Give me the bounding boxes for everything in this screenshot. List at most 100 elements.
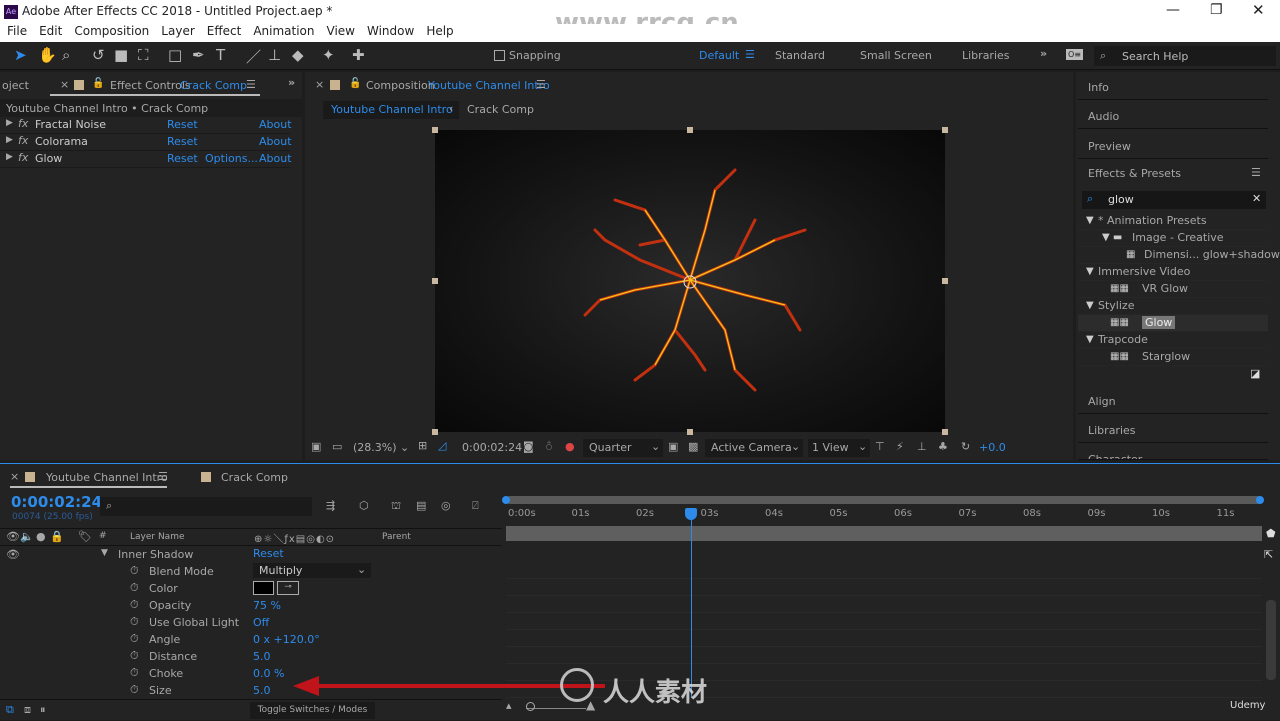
layer-switches-toggle-icon[interactable]: ⧉ [6, 703, 14, 717]
work-area-start-handle[interactable] [502, 496, 510, 504]
effect-row[interactable]: ▶ fx Fractal Noise Reset About [0, 117, 292, 134]
camera-tool-icon[interactable]: ■ [114, 46, 128, 64]
close-tab-icon[interactable]: × [315, 78, 324, 91]
snapping-checkbox[interactable] [494, 50, 505, 61]
pen-tool-icon[interactable]: ✒ [192, 46, 205, 64]
property-value[interactable]: 0 x +120.0° [253, 633, 320, 646]
search-help-input[interactable]: ⌕ Search Help [1094, 46, 1276, 66]
more-panels-icon[interactable]: » [288, 76, 295, 89]
color-swatch[interactable] [253, 581, 274, 595]
handle-ml[interactable] [432, 278, 438, 284]
preset-tree-item[interactable]: ▦ Dimensi... glow+shadow [1078, 247, 1280, 264]
workspace-standard[interactable]: Standard [775, 49, 825, 62]
handle-mr[interactable] [942, 278, 948, 284]
composition-viewer[interactable] [435, 130, 945, 432]
hand-tool-icon[interactable]: ✋ [38, 46, 57, 64]
lock-switch-icon[interactable]: 🔒 [50, 530, 64, 543]
reset-exposure-icon[interactable]: ↻ [961, 440, 970, 453]
camera-dropdown[interactable]: Active Camera ⌄ [705, 439, 803, 457]
brush-tool-icon[interactable]: ／ [246, 46, 261, 67]
grid-guides-icon[interactable]: ⊞ [418, 439, 427, 452]
effects-search-input[interactable]: ⌕ glow ✕ [1082, 191, 1266, 209]
handle-bc[interactable] [687, 429, 693, 435]
stopwatch-icon[interactable]: ⏱ [130, 683, 139, 697]
motion-blur-icon[interactable]: ◎ [441, 499, 451, 512]
shy-layers-icon[interactable]: ⛫ [391, 499, 401, 514]
layer-search-input[interactable]: ⌕ [100, 497, 312, 516]
property-value[interactable]: 75 % [253, 599, 281, 612]
panel-menu-icon[interactable]: ☰ [536, 78, 546, 91]
preset-tree-item[interactable]: ▦▦ Starglow [1078, 349, 1268, 366]
eyedropper-icon[interactable]: ⊸ [277, 581, 299, 595]
effect-reset-link[interactable]: Reset [167, 152, 198, 165]
puppet-tool-icon[interactable]: ✚ [352, 46, 365, 64]
property-track[interactable] [506, 563, 1262, 579]
handle-tc[interactable] [687, 127, 693, 133]
handle-tr[interactable] [942, 127, 948, 133]
audio-switch-icon[interactable]: 🔈 [20, 530, 34, 543]
property-value[interactable]: 5.0 [253, 650, 271, 663]
timeline-tab-crack[interactable]: Crack Comp [221, 471, 288, 484]
handle-br[interactable] [942, 429, 948, 435]
preset-tree-item[interactable]: ▼ Trapcode [1078, 332, 1268, 349]
preset-tree-item[interactable]: ▦▦ VR Glow [1078, 281, 1268, 298]
rotate-tool-icon[interactable]: ↺ [92, 46, 105, 64]
timeline-icon[interactable]: ⊥ [917, 440, 927, 453]
draft-3d-icon[interactable]: ⬡ [359, 499, 369, 512]
composition-tab-name[interactable]: Youtube Channel Intro [428, 79, 550, 92]
menu-effect[interactable]: Effect [207, 24, 242, 38]
panel-menu-icon[interactable]: ☰ [1251, 166, 1261, 179]
always-preview-icon[interactable]: ▣ [311, 440, 321, 453]
label-tag-icon[interactable]: 🏷 [78, 530, 92, 543]
lock-icon[interactable]: 🔓 [92, 78, 104, 89]
property-value[interactable]: Off [253, 616, 269, 629]
workspace-libraries[interactable]: Libraries [962, 49, 1010, 62]
menu-view[interactable]: View [327, 24, 355, 38]
section-reset-link[interactable]: Reset [253, 547, 284, 560]
character-panel-header[interactable]: Character [1078, 444, 1268, 460]
more-workspaces-icon[interactable]: » [1040, 47, 1047, 60]
close-tab-icon[interactable]: × [60, 78, 69, 91]
snapshot-icon[interactable]: ◙ [523, 440, 534, 453]
stopwatch-icon[interactable]: ⏱ [130, 666, 139, 680]
zoom-slider-thumb[interactable] [526, 702, 535, 711]
exposure-value[interactable]: +0.0 [979, 441, 1006, 454]
stopwatch-icon[interactable]: ⏱ [130, 598, 139, 612]
property-track[interactable] [506, 648, 1262, 664]
pan-behind-tool-icon[interactable]: ⛶ [138, 46, 149, 64]
show-snapshot-icon[interactable]: ♁ [545, 440, 553, 453]
workspace-default[interactable]: Default [699, 49, 739, 62]
view-layout-dropdown[interactable]: 1 View ⌄ [808, 439, 870, 457]
close-tab-icon[interactable]: × [10, 470, 19, 483]
libraries-panel-header[interactable]: Libraries [1078, 415, 1268, 443]
expand-triangle-icon[interactable]: ▶ [6, 152, 13, 162]
channel-icon[interactable]: ● [565, 440, 575, 453]
selection-tool-icon[interactable]: ➤ [14, 46, 27, 64]
workspace-small-screen[interactable]: Small Screen [860, 49, 932, 62]
monitor-icon[interactable]: ▭ [332, 440, 342, 453]
fx-icon[interactable]: fx [18, 134, 28, 147]
menu-help[interactable]: Help [426, 24, 453, 38]
panel-menu-icon[interactable]: ☰ [158, 470, 168, 483]
pixel-aspect-icon[interactable]: ⊤ [875, 440, 885, 453]
comp-nav-youtube[interactable]: Youtube Channel Intro ‹ [323, 101, 459, 119]
eye-icon[interactable]: 👁 [6, 548, 20, 561]
effect-row[interactable]: ▶ fx Colorama Reset About [0, 134, 292, 151]
eraser-tool-icon[interactable]: ◆ [292, 46, 304, 64]
zoom-dropdown[interactable]: (28.3%) [353, 441, 397, 454]
menu-composition[interactable]: Composition [74, 24, 149, 38]
fx-icon[interactable]: fx [18, 151, 28, 164]
resolution-dropdown[interactable]: Quarter ⌄ [583, 439, 663, 457]
property-value[interactable]: 5.0 [253, 684, 271, 697]
current-time-indicator[interactable] [690, 508, 692, 698]
property-value[interactable]: 0.0 % [253, 667, 284, 680]
work-area-end-handle[interactable] [1256, 496, 1264, 504]
transparency-grid-icon[interactable]: ▩ [688, 440, 698, 453]
type-tool-icon[interactable]: T [216, 46, 225, 64]
roto-brush-tool-icon[interactable]: ✦ [322, 46, 335, 64]
effect-controls-comp[interactable]: Crack Comp [180, 79, 247, 92]
new-preset-icon[interactable]: ◪ [1250, 367, 1260, 380]
effect-reset-link[interactable]: Reset [167, 135, 198, 148]
preset-tree-item[interactable]: ▼ * Animation Presets [1078, 213, 1268, 230]
toggle-switches-modes-button[interactable]: Toggle Switches / Modes [250, 702, 375, 719]
